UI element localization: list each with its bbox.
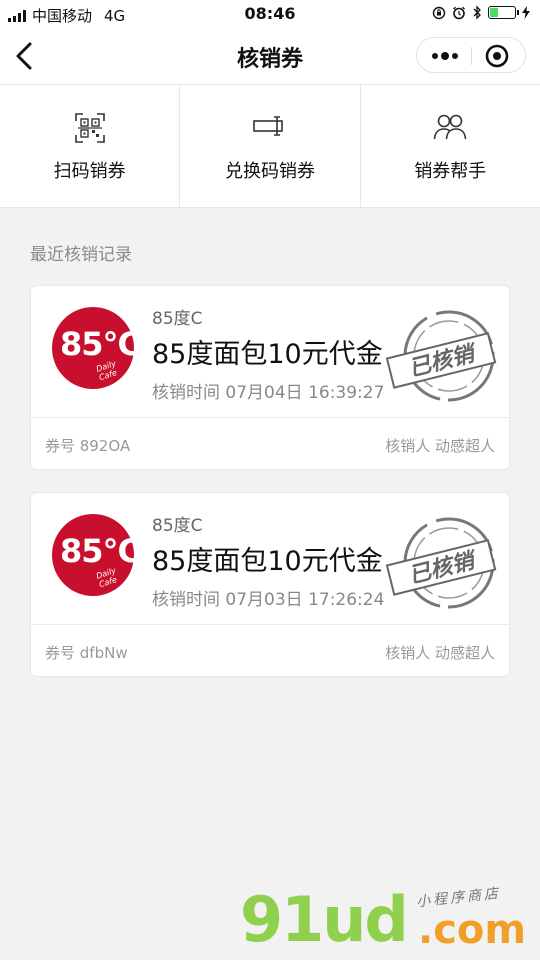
card-divider	[31, 624, 509, 625]
action-helper[interactable]: 销券帮手	[361, 85, 540, 207]
brand-logo: 85°C Daily Cafe	[52, 307, 141, 389]
coupon-code: 券号 892OA	[45, 437, 131, 455]
record-card[interactable]: 85°C Daily Cafe 85度C 85度面包10元代金 核销时间 07月…	[30, 285, 510, 470]
code-input-icon	[253, 116, 283, 136]
record-card[interactable]: 85°C Daily Cafe 85度C 85度面包10元代金 核销时间 07月…	[30, 492, 510, 677]
brand-name: 85度C	[152, 309, 203, 329]
capsule-divider	[471, 47, 472, 65]
coupon-title: 85度面包10元代金	[152, 546, 383, 577]
redeem-time: 核销时间 07月04日 16:39:27	[152, 383, 385, 403]
alarm-icon	[453, 6, 465, 19]
redeemed-stamp: 已核销	[385, 310, 497, 402]
watermark-main: 91ud	[240, 883, 409, 956]
battery-icon	[488, 6, 519, 19]
action-grid: 扫码销券 兑换码销券 销券帮手	[0, 85, 540, 208]
operator-name: 核销人 动感超人	[385, 437, 495, 455]
action-label: 销券帮手	[414, 161, 487, 182]
coupon-title: 85度面包10元代金	[152, 339, 383, 370]
status-right	[432, 5, 530, 20]
brand-name: 85度C	[152, 516, 203, 536]
lock-rotation-icon	[432, 6, 446, 19]
charging-icon	[522, 6, 530, 19]
mini-program-capsule	[416, 37, 526, 73]
redeemed-stamp: 已核销	[385, 517, 497, 609]
coupon-code: 券号 dfbNw	[45, 644, 128, 662]
redeem-time: 核销时间 07月03日 17:26:24	[152, 590, 385, 610]
watermark-suffix: .com	[418, 907, 527, 953]
bluetooth-icon	[473, 5, 481, 20]
watermark: 91ud 小程序商店 .com	[240, 885, 530, 955]
nav-bar: 核销券	[0, 28, 540, 85]
status-bar: 中国移动 4G 08:46	[0, 0, 540, 28]
close-mini-program-button[interactable]	[477, 41, 517, 71]
action-label: 扫码销券	[53, 161, 126, 182]
section-title: 最近核销记录	[30, 245, 132, 265]
qr-scan-icon	[74, 113, 105, 143]
brand-logo: 85°C Daily Cafe	[52, 514, 141, 596]
more-button[interactable]	[423, 41, 467, 71]
more-dots-icon	[432, 52, 458, 60]
action-code-redeem[interactable]: 兑换码销券	[180, 85, 361, 207]
users-icon	[434, 114, 467, 140]
target-icon	[485, 44, 509, 68]
card-divider	[31, 417, 509, 418]
action-scan-redeem[interactable]: 扫码销券	[0, 85, 181, 207]
action-label: 兑换码销券	[224, 161, 315, 182]
operator-name: 核销人 动感超人	[385, 644, 495, 662]
